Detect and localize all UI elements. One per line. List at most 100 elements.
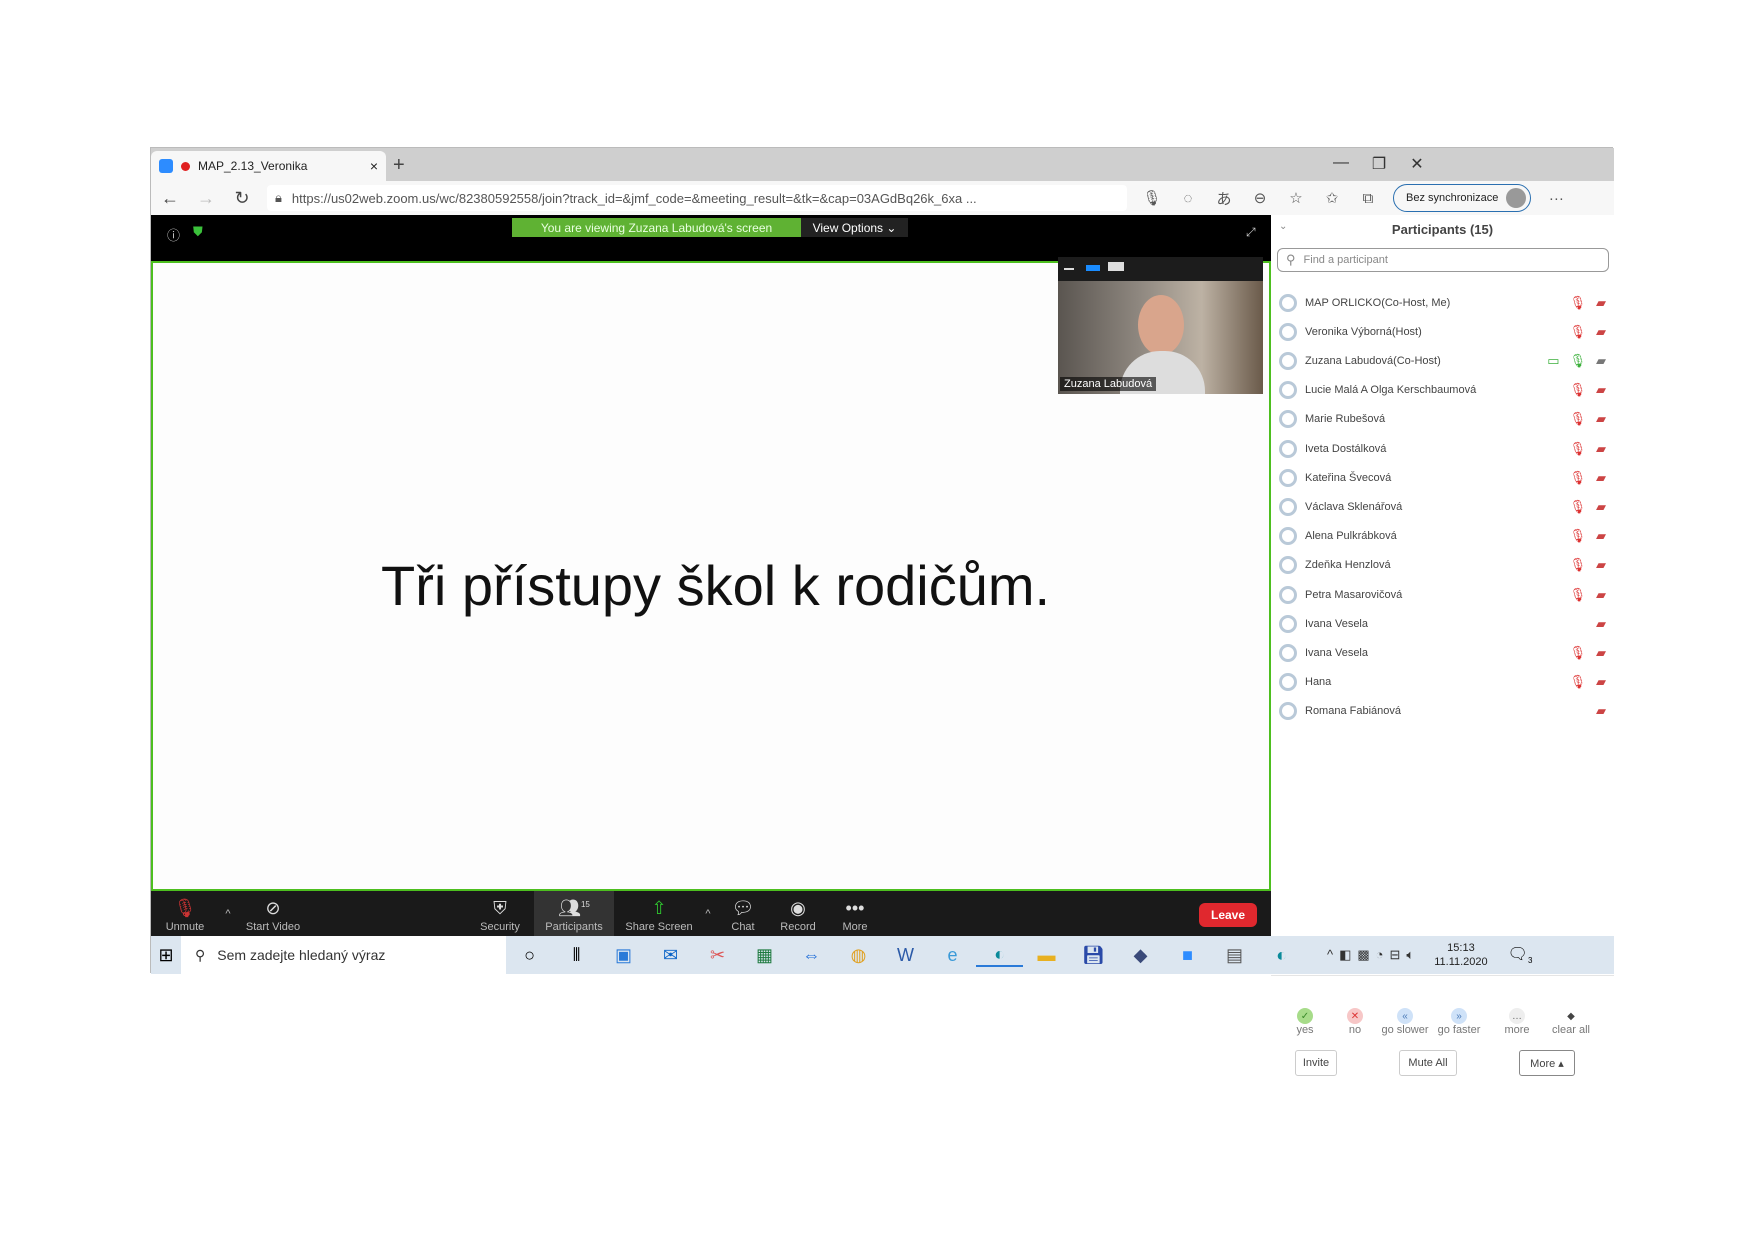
participant-row[interactable]: Marie Rubešová 🎙︎ ▰ [1271,405,1614,434]
participant-row[interactable]: Ivana Vesela ▰ [1271,609,1614,638]
video-off-icon[interactable]: ▰ [1596,441,1606,457]
mic-on-icon[interactable]: 🎙︎ [1569,353,1586,369]
word-icon[interactable]: W [882,945,929,966]
participant-row[interactable]: MAP ORLICKO(Co-Host, Me) 🎙︎ ▰ [1271,288,1614,317]
muted-mic-icon[interactable]: 🎙︎ [1569,295,1586,311]
info-icon[interactable]: ⓘ [167,225,180,244]
minimize-button[interactable]: — [1326,154,1356,172]
system-tray-icons[interactable]: ^◧▩◔⊟🔈︎ [1327,947,1420,963]
snipping-tool-icon[interactable]: ✂︎ [694,945,741,966]
leave-button[interactable]: Leave [1199,903,1257,927]
muted-mic-icon[interactable]: 🎙︎ [1569,587,1586,603]
edge-icon[interactable]: ◐ [1258,945,1305,966]
start-video-button[interactable]: ⊘ Start Video [243,891,303,936]
video-off-icon[interactable]: ▰ [1596,382,1606,398]
audio-options-caret[interactable]: ^ [221,891,235,936]
video-off-icon[interactable]: ▰ [1596,616,1606,632]
cortana-icon[interactable]: ○ [506,945,553,966]
video-off-icon[interactable]: ▰ [1596,324,1606,340]
video-off-icon[interactable]: ▰ [1596,470,1606,486]
security-button[interactable]: ⛨ Security [477,891,523,936]
back-button[interactable]: ← [159,188,181,209]
minimize-video-icon[interactable] [1064,268,1074,270]
share-options-caret[interactable]: ^ [701,891,715,936]
zoom-app-icon[interactable]: ■ [1164,945,1211,966]
forward-button[interactable]: → [195,188,217,209]
participant-row[interactable]: Václava Sklenářová 🎙︎ ▰ [1271,492,1614,521]
calculator-icon[interactable]: ▤ [1211,945,1258,966]
video-off-icon[interactable]: ▰ [1596,557,1606,573]
expand-video-icon[interactable] [1108,262,1124,271]
video-off-icon[interactable]: ▰ [1596,295,1606,311]
new-tab-button[interactable]: + [393,154,405,177]
restore-button[interactable]: ❐ [1364,154,1394,174]
zoom-out-icon[interactable]: ⊖ [1249,189,1271,207]
reload-button[interactable]: ↻ [231,188,253,209]
video-on-icon[interactable]: ▰ [1596,353,1606,369]
video-off-icon[interactable]: ▰ [1596,411,1606,427]
notifications-icon[interactable]: 🗨︎3 [1508,944,1533,965]
collections-icon[interactable]: ⧉ [1357,190,1379,207]
single-view-icon[interactable] [1086,265,1100,271]
excel-icon[interactable]: ▦ [741,945,788,966]
url-field[interactable]: 🔒︎ https://us02web.zoom.us/wc/8238059255… [267,185,1127,211]
more-button[interactable]: ••• More [835,891,875,936]
reaction-clear-all[interactable]: ◆ clear all [1543,1008,1599,1037]
browser-tab[interactable]: MAP_2.13_Veronika × [151,151,386,181]
participant-search-input[interactable]: ⚲ Find a participant [1277,248,1609,272]
favorite-star-icon[interactable]: ☆ [1285,189,1307,207]
invite-button[interactable]: Invite [1295,1050,1337,1076]
muted-mic-icon[interactable]: 🎙︎ [1569,674,1586,690]
muted-mic-icon[interactable]: 🎙︎ [1569,499,1586,515]
teamviewer-icon[interactable]: ⇔ [788,945,835,966]
remote-desktop-icon[interactable]: ▣ [600,945,647,966]
video-off-icon[interactable]: ▰ [1596,528,1606,544]
settings-menu-icon[interactable]: ··· [1545,190,1567,207]
tracking-icon[interactable]: ◌ [1177,190,1199,207]
chat-button[interactable]: 💬︎ Chat [723,891,763,936]
reaction-go-slower[interactable]: «go slower [1377,1008,1433,1036]
outlook-icon[interactable]: ✉︎ [647,945,694,966]
close-window-button[interactable]: ✕ [1402,154,1432,174]
clock[interactable]: 15:13 11.11.2020 [1434,941,1487,969]
participant-row[interactable]: Kateřina Švecová 🎙︎ ▰ [1271,463,1614,492]
video-thumbnail[interactable]: Zuzana Labudová [1058,257,1263,394]
app-icon[interactable]: ◆ [1117,945,1164,966]
muted-mic-icon[interactable]: 🎙︎ [1569,528,1586,544]
microphone-icon[interactable]: 🎙︎ [1141,189,1163,207]
shield-icon[interactable]: ⛊ [193,224,203,240]
video-off-icon[interactable]: ▰ [1596,674,1606,690]
participant-row[interactable]: Ivana Vesela 🎙︎ ▰ [1271,638,1614,667]
video-off-icon[interactable]: ▰ [1596,499,1606,515]
reaction-more[interactable]: … more [1489,1008,1545,1036]
fullscreen-icon[interactable]: ⤢ [1246,225,1256,240]
participant-row[interactable]: Hana 🎙︎ ▰ [1271,668,1614,697]
participant-row[interactable]: Iveta Dostálková 🎙︎ ▰ [1271,434,1614,463]
muted-mic-icon[interactable]: 🎙︎ [1569,382,1586,398]
muted-mic-icon[interactable]: 🎙︎ [1569,470,1586,486]
participant-row[interactable]: Romana Fabiánová ▰ [1271,697,1614,726]
muted-mic-icon[interactable]: 🎙︎ [1569,324,1586,340]
muted-mic-icon[interactable]: 🎙︎ [1569,645,1586,661]
reaction-no[interactable]: ✕ no [1327,1008,1383,1036]
muted-mic-icon[interactable]: 🎙︎ [1569,411,1586,427]
participant-row[interactable]: Alena Pulkrábková 🎙︎ ▰ [1271,522,1614,551]
participant-row[interactable]: Petra Masarovičová 🎙︎ ▰ [1271,580,1614,609]
participant-row[interactable]: Zdeňka Henzlová 🎙︎ ▰ [1271,551,1614,580]
reaction-go-faster[interactable]: » go faster [1431,1008,1487,1036]
internet-explorer-icon[interactable]: e [929,945,976,966]
favorites-icon[interactable]: ✩ [1321,189,1343,207]
chrome-icon[interactable]: ◍ [835,945,882,966]
reaction-yes[interactable]: ✓ yes [1277,1008,1333,1036]
participant-row[interactable]: Veronika Výborná(Host) 🎙︎ ▰ [1271,317,1614,346]
task-view-icon[interactable]: ⫴ [553,945,600,966]
file-explorer-icon[interactable]: ▬ [1023,945,1070,966]
windows-start-icon[interactable]: ⊞ [151,945,181,966]
translate-icon[interactable]: あ [1213,188,1235,209]
close-tab-icon[interactable]: × [370,158,378,174]
video-off-icon[interactable]: ▰ [1596,645,1606,661]
view-options-button[interactable]: View Options ⌄ [801,218,908,237]
video-off-icon[interactable]: ▰ [1596,587,1606,603]
edge-icon[interactable]: ◐ [976,944,1023,967]
participant-row[interactable]: Zuzana Labudová(Co-Host) ▭ 🎙︎ ▰ [1271,346,1614,375]
